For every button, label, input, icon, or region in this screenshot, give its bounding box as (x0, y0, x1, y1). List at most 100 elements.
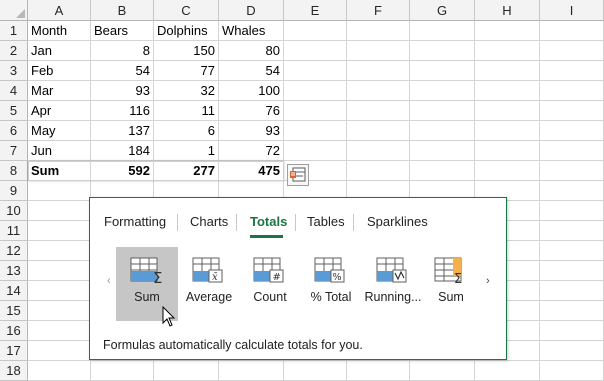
row-header[interactable]: 12 (0, 241, 28, 261)
grid-cell[interactable] (540, 21, 604, 41)
month-cell[interactable]: May (28, 121, 91, 141)
grid-cell[interactable] (540, 181, 604, 201)
tab-tables[interactable]: Tables (307, 214, 345, 229)
value-cell[interactable]: 54 (91, 61, 154, 81)
grid-cell[interactable] (540, 281, 604, 301)
tab-formatting[interactable]: Formatting (104, 214, 166, 229)
grid-cell[interactable] (284, 41, 347, 61)
grid-cell[interactable] (540, 201, 604, 221)
grid-cell[interactable] (28, 281, 91, 301)
row-header[interactable]: 4 (0, 81, 28, 101)
grid-cell[interactable] (475, 161, 540, 181)
row-header[interactable]: 1 (0, 21, 28, 41)
row-header[interactable]: 9 (0, 181, 28, 201)
grid-cell[interactable] (540, 261, 604, 281)
row-header[interactable]: 10 (0, 201, 28, 221)
row-header[interactable]: 17 (0, 341, 28, 361)
row-header[interactable]: 5 (0, 101, 28, 121)
row-header[interactable]: 2 (0, 41, 28, 61)
grid-cell[interactable] (475, 101, 540, 121)
value-cell[interactable]: 6 (154, 121, 219, 141)
grid-cell[interactable] (475, 361, 540, 381)
grid-cell[interactable] (347, 121, 410, 141)
grid-cell[interactable] (219, 361, 284, 381)
month-cell[interactable]: Jan (28, 41, 91, 61)
select-all-corner[interactable] (0, 0, 28, 21)
header-cell-month[interactable]: Month (28, 21, 91, 41)
month-cell[interactable]: Feb (28, 61, 91, 81)
grid-cell[interactable] (410, 41, 475, 61)
grid-cell[interactable] (28, 181, 91, 201)
value-cell[interactable]: 150 (154, 41, 219, 61)
grid-cell[interactable] (284, 121, 347, 141)
sum-cell[interactable]: 475 (219, 161, 284, 181)
column-header-f[interactable]: F (347, 0, 410, 21)
grid-cell[interactable] (540, 41, 604, 61)
row-header[interactable]: 18 (0, 361, 28, 381)
row-header[interactable]: 16 (0, 321, 28, 341)
month-cell[interactable]: Apr (28, 101, 91, 121)
column-header-b[interactable]: B (91, 0, 154, 21)
column-header-e[interactable]: E (284, 0, 347, 21)
grid-cell[interactable] (347, 61, 410, 81)
grid-cell[interactable] (347, 101, 410, 121)
grid-cell[interactable] (475, 121, 540, 141)
grid-cell[interactable] (284, 361, 347, 381)
grid-cell[interactable] (347, 161, 410, 181)
grid-cell[interactable] (475, 81, 540, 101)
grid-cell[interactable] (540, 361, 604, 381)
column-header-i[interactable]: I (540, 0, 604, 21)
row-header[interactable]: 13 (0, 261, 28, 281)
grid-cell[interactable] (284, 101, 347, 121)
sum-cell[interactable]: 592 (91, 161, 154, 181)
tab-sparklines[interactable]: Sparklines (367, 214, 428, 229)
grid-cell[interactable] (284, 61, 347, 81)
grid-cell[interactable] (410, 361, 475, 381)
grid-cell[interactable] (410, 101, 475, 121)
row-header[interactable]: 8 (0, 161, 28, 181)
grid-cell[interactable] (347, 81, 410, 101)
header-cell-whales[interactable]: Whales (219, 21, 284, 41)
grid-cell[interactable] (28, 361, 91, 381)
month-cell[interactable]: Mar (28, 81, 91, 101)
value-cell[interactable]: 93 (91, 81, 154, 101)
grid-cell[interactable] (540, 241, 604, 261)
row-header[interactable]: 3 (0, 61, 28, 81)
sum-label-cell[interactable]: Sum (28, 161, 91, 181)
header-cell-bears[interactable]: Bears (91, 21, 154, 41)
grid-cell[interactable] (28, 341, 91, 361)
grid-cell[interactable] (410, 141, 475, 161)
totals-percent-total-tile[interactable]: % % Total (300, 247, 362, 321)
value-cell[interactable]: 93 (219, 121, 284, 141)
grid-cell[interactable] (28, 301, 91, 321)
grid-cell[interactable] (410, 81, 475, 101)
grid-cell[interactable] (28, 261, 91, 281)
scroll-right-arrow[interactable]: › (486, 275, 490, 287)
value-cell[interactable]: 137 (91, 121, 154, 141)
grid-cell[interactable] (540, 101, 604, 121)
grid-cell[interactable] (410, 61, 475, 81)
grid-cell[interactable] (540, 221, 604, 241)
grid-cell[interactable] (540, 121, 604, 141)
sum-cell[interactable]: 277 (154, 161, 219, 181)
month-cell[interactable]: Jun (28, 141, 91, 161)
grid-cell[interactable] (410, 21, 475, 41)
grid-cell[interactable] (410, 161, 475, 181)
row-header[interactable]: 6 (0, 121, 28, 141)
row-header[interactable]: 14 (0, 281, 28, 301)
grid-cell[interactable] (540, 301, 604, 321)
grid-cell[interactable] (347, 361, 410, 381)
grid-cell[interactable] (284, 21, 347, 41)
value-cell[interactable]: 116 (91, 101, 154, 121)
grid-cell[interactable] (28, 201, 91, 221)
grid-cell[interactable] (28, 321, 91, 341)
value-cell[interactable]: 184 (91, 141, 154, 161)
tab-charts[interactable]: Charts (190, 214, 228, 229)
grid-cell[interactable] (347, 41, 410, 61)
grid-cell[interactable] (540, 341, 604, 361)
grid-cell[interactable] (475, 61, 540, 81)
column-header-c[interactable]: C (154, 0, 219, 21)
tab-totals[interactable]: Totals (250, 214, 287, 229)
grid-cell[interactable] (475, 21, 540, 41)
grid-cell[interactable] (284, 141, 347, 161)
